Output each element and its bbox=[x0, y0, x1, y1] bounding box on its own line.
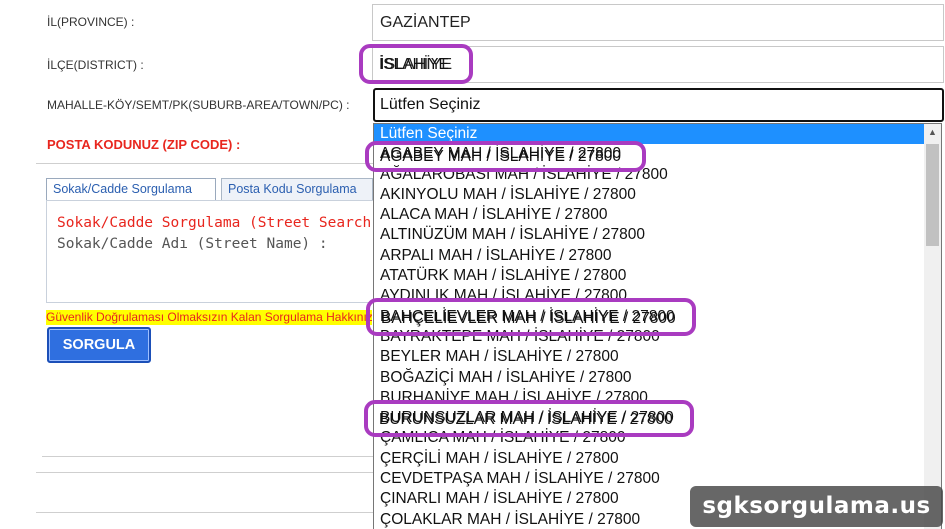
district-highlight-text: İSLAHİYE bbox=[379, 56, 449, 73]
dropdown-option[interactable]: AKINYOLU MAH / İSLAHİYE / 27800 bbox=[374, 185, 941, 205]
dropdown-option[interactable]: ATATÜRK MAH / İSLAHİYE / 27800 bbox=[374, 266, 941, 286]
dropdown-option[interactable]: ARPALI MAH / İSLAHİYE / 27800 bbox=[374, 246, 941, 266]
dropdown-option[interactable]: ALACA MAH / İSLAHİYE / 27800 bbox=[374, 205, 941, 225]
search-button[interactable]: SORGULA bbox=[47, 327, 151, 363]
highlight-text-agabey: AGABEY MAH / İSLAHİYE / 27800 bbox=[380, 148, 621, 165]
district-label: İLÇE(DISTRICT) : bbox=[47, 58, 144, 72]
divider-lower-2 bbox=[36, 472, 373, 473]
security-warning: Güvenlik Doğrulaması Olmaksızın Kalan So… bbox=[46, 310, 372, 325]
province-field[interactable]: GAZİANTEP bbox=[372, 4, 944, 41]
option-highlight-bahcelievler: BAHÇELİEVLER MAH / İSLAHİYE / 27800 bbox=[366, 298, 696, 336]
highlight-text-burunsuzlar: BURUNSUZLAR MAH / İSLAHİYE / 27800 bbox=[379, 411, 673, 428]
watermark: sgksorgulama.us bbox=[690, 486, 943, 527]
tab-postcode-search[interactable]: Posta Kodu Sorgulama bbox=[221, 178, 373, 200]
scrollbar-thumb[interactable] bbox=[926, 144, 939, 246]
neighborhood-label: MAHALLE-KÖY/SEMT/PK(SUBURB-AREA/TOWN/PC)… bbox=[47, 98, 350, 112]
dropdown-option[interactable]: ALTINÜZÜM MAH / İSLAHİYE / 27800 bbox=[374, 225, 941, 245]
zip-code-label: POSTA KODUNUZ (ZIP CODE) : bbox=[47, 137, 241, 152]
dropdown-option[interactable]: BOĞAZİÇİ MAH / İSLAHİYE / 27800 bbox=[374, 368, 941, 388]
divider-lower-3 bbox=[36, 512, 373, 513]
highlight-text-bahcelievler: BAHÇELİEVLER MAH / İSLAHİYE / 27800 bbox=[381, 310, 676, 327]
street-search-panel: Sokak/Cadde Sorgulama (Street Search) So… bbox=[46, 200, 380, 303]
divider bbox=[36, 163, 376, 164]
scroll-up-arrow-icon[interactable]: ▲ bbox=[928, 127, 937, 137]
street-name-label: Sokak/Cadde Adı (Street Name) : bbox=[57, 236, 328, 252]
option-highlight-agabey: AGABEY MAH / İSLAHİYE / 27800 bbox=[365, 141, 646, 172]
divider-lower bbox=[42, 456, 373, 457]
district-highlight: İSLAHİYE bbox=[359, 44, 473, 84]
dropdown-option[interactable]: ÇERÇİLİ MAH / İSLAHİYE / 27800 bbox=[374, 449, 941, 469]
dropdown-option[interactable]: BEYLER MAH / İSLAHİYE / 27800 bbox=[374, 347, 941, 367]
panel-title: Sokak/Cadde Sorgulama (Street Search) bbox=[57, 215, 381, 231]
neighborhood-select[interactable]: Lütfen Seçiniz bbox=[373, 88, 944, 122]
dropdown-scrollbar[interactable]: ▲ bbox=[924, 124, 941, 529]
tab-street-search[interactable]: Sokak/Cadde Sorgulama bbox=[46, 178, 216, 200]
option-highlight-burunsuzlar: BURUNSUZLAR MAH / İSLAHİYE / 27800 bbox=[364, 400, 694, 437]
province-label: İL(PROVINCE) : bbox=[47, 15, 135, 29]
